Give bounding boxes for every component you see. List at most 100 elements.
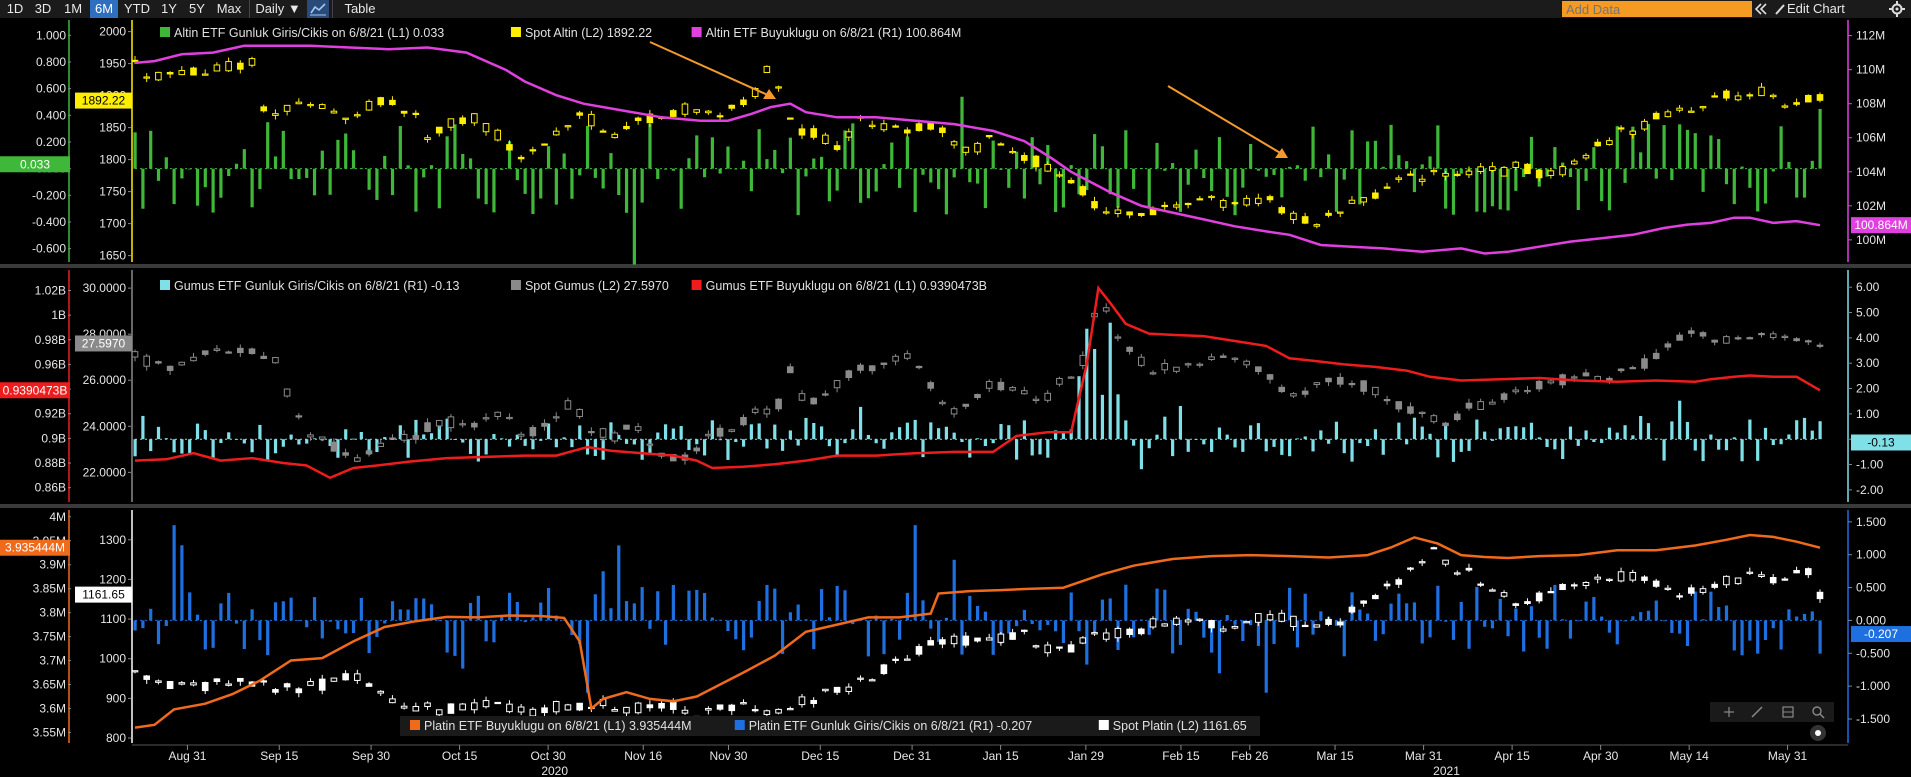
flow-bar [1272,168,1276,175]
tick-label: -0.400 [32,215,66,229]
flow-bar [1163,589,1167,621]
chart-settings-button[interactable] [1887,0,1907,18]
candle-body [471,422,478,428]
candle-body [1793,338,1800,342]
flow-bar [1015,620,1019,627]
candle-body [868,365,876,372]
flow-bar [476,168,480,199]
candle-body [985,381,993,389]
edit-chart-button[interactable]: Edit Chart [1773,0,1883,18]
candle-body [1512,161,1520,168]
flow-bar [765,159,769,169]
flow-bar [890,142,894,169]
flow-bar [468,158,473,169]
candle-body [412,112,420,116]
flow-bar [1249,425,1253,440]
candle-body [131,59,139,63]
interval-dropdown[interactable]: Daily ▼ [252,0,304,18]
flow-bar [757,423,761,440]
candle-body [833,686,841,693]
flow-bar [1537,620,1541,638]
tick-label: 3.6M [39,701,66,715]
candle-body [1383,399,1391,402]
candle-body [412,705,420,712]
legend-swatch [410,720,420,730]
candle-body [1021,629,1028,632]
flow-bar [1498,598,1502,621]
x-tick-label: Sep 30 [352,749,390,763]
flow-bar [1428,156,1432,169]
candle-body [1395,177,1403,180]
candle-body [237,347,244,354]
range-1m-button[interactable]: 1M [58,0,88,18]
flow-bar [484,620,488,642]
tick-label: 1850 [99,121,126,135]
flow-bar [227,592,231,621]
candle-body [506,416,513,420]
flow-bar [858,168,863,203]
range-5y-button[interactable]: 5Y [184,0,210,18]
tick-label: 0.600 [36,82,66,96]
candle-body [1711,95,1718,98]
candle-body [166,681,174,690]
candle-body [892,355,899,362]
range-ytd-button[interactable]: YTD [120,0,154,18]
flow-bar [1467,620,1471,649]
flow-bar [1100,394,1105,440]
candle-body [354,114,361,117]
flow-bar [203,168,207,188]
flow-bar [406,609,410,621]
chart-type-button[interactable] [307,0,329,18]
add-data-input[interactable] [1562,1,1752,17]
range-1d-button[interactable]: 1D [2,0,28,18]
range-max-button[interactable]: Max [212,0,246,18]
flow-bar [1498,428,1502,440]
flow-bar [609,153,613,169]
candle-body [552,701,560,713]
candle-body [1348,606,1356,613]
flow-bar [640,439,644,460]
candle-body [798,128,806,136]
flow-bar [952,559,956,621]
range-6m-button[interactable]: 6M [90,0,118,18]
flow-bar [1646,610,1651,621]
flow-bar [632,603,636,621]
candle-body [1687,110,1695,113]
flow-bar [749,168,753,192]
flow-bar [1132,168,1136,189]
flow-bar [312,168,317,196]
candle-body [213,348,221,351]
tick-label: 100M [1856,233,1886,247]
flow-bar [695,439,699,445]
flow-bar [1038,168,1042,185]
flow-bar [1054,620,1058,632]
candle-body [1383,186,1391,189]
tick-label: -1.00 [1856,458,1884,472]
candle-body [1711,339,1718,343]
candle-body [1746,94,1754,97]
candle-body [201,350,209,355]
flow-bar [437,168,441,209]
flow-bar [1490,168,1495,207]
flow-bar [788,430,792,440]
flow-bar [1311,439,1315,452]
candle-body [1711,583,1718,588]
tick-label: 0.200 [36,135,66,149]
candle-body [377,97,385,106]
range-1y-button[interactable]: 1Y [156,0,182,18]
candle-body [1758,332,1765,336]
collapse-button[interactable] [1752,0,1770,18]
table-button[interactable]: Table [338,0,382,18]
candle-body [751,709,759,712]
candle-body [1804,340,1812,343]
candle-body [307,680,314,686]
flow-bar [1147,439,1151,449]
candle-body [1793,102,1800,105]
candle-body [260,355,268,359]
flow-bar [1779,620,1783,650]
candle-body [1255,366,1262,372]
range-3d-button[interactable]: 3D [30,0,56,18]
flow-bar [695,589,699,621]
candle-body [1173,617,1180,625]
candle-body [318,104,326,110]
